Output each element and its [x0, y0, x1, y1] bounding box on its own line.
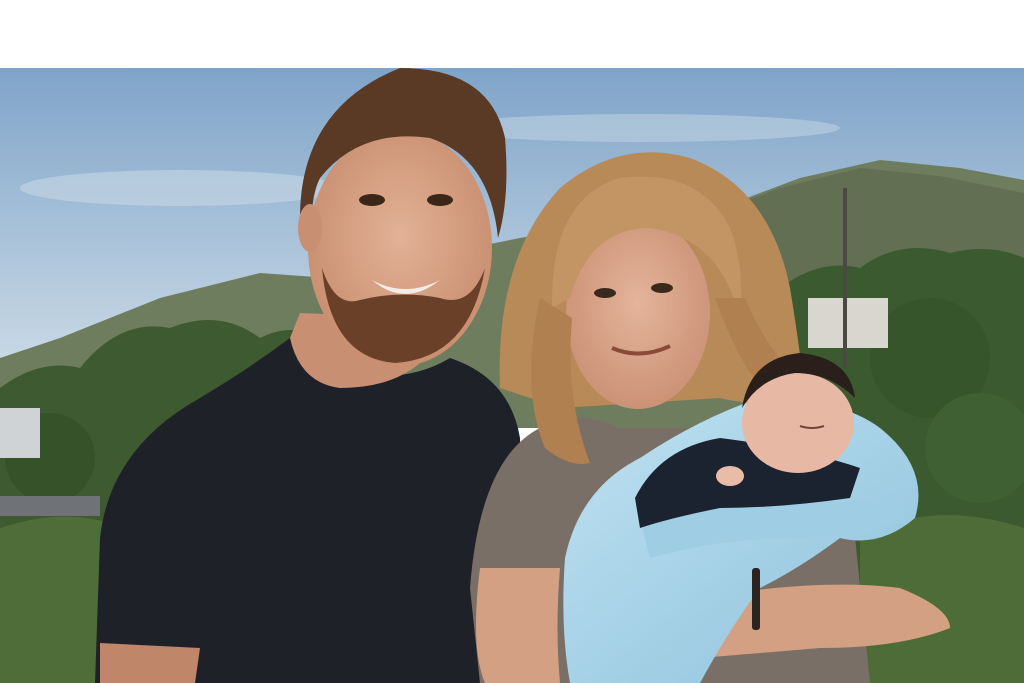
building: [808, 298, 888, 348]
baby-hand: [716, 466, 744, 486]
building-left: [0, 408, 40, 458]
man-eye: [359, 194, 385, 206]
antenna-pole: [843, 188, 847, 368]
family-photo: [0, 68, 1024, 683]
cloud: [20, 170, 340, 206]
woman-eye: [651, 283, 673, 293]
man-eye: [427, 194, 453, 206]
top-white-band: [0, 0, 1024, 68]
woman-arm: [476, 568, 560, 683]
roof-left: [0, 496, 100, 516]
hedge: [0, 516, 110, 683]
man-ear: [298, 204, 322, 252]
woman-eye: [594, 288, 616, 298]
man-arm: [100, 643, 200, 683]
bracelet: [752, 568, 760, 630]
